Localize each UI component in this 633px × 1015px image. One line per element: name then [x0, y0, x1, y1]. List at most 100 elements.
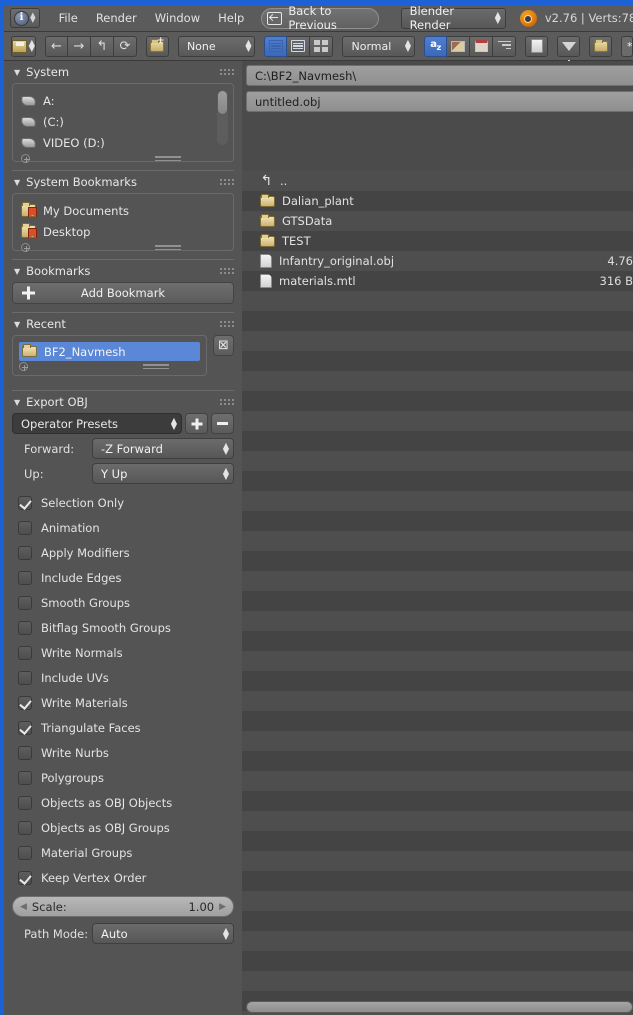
checkbox[interactable]	[18, 646, 32, 660]
resize-grip-icon[interactable]	[155, 154, 181, 163]
expand-icon[interactable]	[19, 362, 28, 371]
export-option-row[interactable]: Objects as OBJ Groups	[4, 815, 242, 840]
panel-header-system-bookmarks[interactable]: ▼ System Bookmarks	[4, 171, 242, 193]
export-option-row[interactable]: Polygroups	[4, 765, 242, 790]
export-option-row[interactable]: Include Edges	[4, 565, 242, 590]
panel-header-system[interactable]: ▼ System	[4, 61, 242, 83]
display-mode-group	[264, 36, 333, 57]
file-list-hscrollbar[interactable]	[246, 1001, 633, 1013]
file-list-row[interactable]: Infantry_original.obj4.76	[242, 251, 633, 271]
checkbox[interactable]	[18, 521, 32, 535]
file-list-row[interactable]: materials.mtl316 B	[242, 271, 633, 291]
sort-by-type-button[interactable]	[447, 36, 470, 57]
export-option-row[interactable]: Material Groups	[4, 840, 242, 865]
export-option-row[interactable]: Include UVs	[4, 665, 242, 690]
file-list-row[interactable]: TEST	[242, 231, 633, 251]
export-option-row[interactable]: Write Materials	[4, 690, 242, 715]
checkbox[interactable]	[18, 571, 32, 585]
directory-path-input[interactable]: C:\BF2_Navmesh\	[246, 65, 633, 86]
list-item[interactable]: VIDEO (D:)	[21, 132, 225, 153]
menu-window[interactable]: Window	[146, 9, 209, 27]
system-scrollbar-thumb[interactable]	[217, 90, 228, 115]
checkbox[interactable]	[18, 871, 32, 885]
menu-file[interactable]: File	[50, 9, 87, 27]
file-list-empty-row	[242, 851, 633, 871]
checkbox[interactable]	[18, 596, 32, 610]
back-to-previous-button[interactable]: Back to Previous	[261, 8, 378, 29]
checkbox[interactable]	[18, 721, 32, 735]
nav-parent-button[interactable]: ↰	[91, 36, 114, 57]
list-item[interactable]: My Documents	[21, 200, 225, 221]
export-option-row[interactable]: Objects as OBJ Objects	[4, 790, 242, 815]
add-bookmark-button[interactable]: Add Bookmark	[12, 282, 234, 304]
scale-slider[interactable]: ◀ Scale: 1.00 ▶	[12, 896, 234, 917]
checkbox[interactable]	[18, 746, 32, 760]
panel-header-recent[interactable]: ▼ Recent	[4, 313, 242, 335]
filter-pattern-input[interactable]: *.obj;*.m	[621, 36, 633, 57]
export-option-row[interactable]: Smooth Groups	[4, 590, 242, 615]
export-option-row[interactable]: Write Normals	[4, 640, 242, 665]
checkbox[interactable]	[18, 821, 32, 835]
nav-back-button[interactable]: ←	[45, 36, 68, 57]
menu-render[interactable]: Render	[87, 9, 146, 27]
list-item[interactable]: (C:)	[21, 111, 225, 132]
up-axis-selector[interactable]: Y Up ▲▼	[92, 463, 234, 484]
display-mode-thumbnail-button[interactable]	[310, 36, 333, 57]
sort-by-date-button[interactable]	[470, 36, 493, 57]
filter-toggle-button[interactable]	[557, 36, 580, 57]
sort-by-size-button[interactable]	[493, 36, 516, 57]
clear-recent-button[interactable]: ⊠	[213, 335, 234, 356]
list-item[interactable]: A:	[21, 90, 225, 111]
checkbox[interactable]	[18, 846, 32, 860]
panel-header-export-obj[interactable]: ▼ Export OBJ	[4, 391, 242, 413]
checkbox[interactable]	[18, 496, 32, 510]
file-list-row[interactable]: ↰..	[242, 171, 633, 191]
export-option-row[interactable]: Triangulate Faces	[4, 715, 242, 740]
resize-grip-icon[interactable]	[143, 362, 169, 371]
menu-help[interactable]: Help	[209, 9, 253, 27]
render-engine-selector[interactable]: Blender Render ▲▼	[401, 8, 506, 29]
sort-alphabetical-button[interactable]: az	[424, 36, 447, 57]
list-item[interactable]: Desktop	[21, 221, 225, 242]
checkbox[interactable]	[18, 671, 32, 685]
recent-folders-selector[interactable]: None ▲▼	[178, 36, 256, 57]
file-list-row[interactable]: GTSData	[242, 211, 633, 231]
filter-documents-button[interactable]	[525, 36, 548, 57]
checkbox[interactable]	[18, 796, 32, 810]
display-mode-detail-button[interactable]	[264, 36, 287, 57]
add-preset-button[interactable]	[185, 413, 208, 434]
expand-icon[interactable]	[21, 154, 30, 163]
nav-refresh-button[interactable]: ⟳	[114, 36, 137, 57]
path-mode-selector[interactable]: Auto ▲▼	[92, 923, 234, 944]
export-option-row[interactable]: Animation	[4, 515, 242, 540]
panel-header-bookmarks[interactable]: ▼ Bookmarks	[4, 260, 242, 282]
filename-input[interactable]: untitled.obj	[246, 91, 633, 112]
file-list-hscrollbar-thumb[interactable]	[246, 1001, 633, 1013]
editor-type-selector[interactable]: i ▲▼	[10, 8, 40, 28]
export-option-row[interactable]: Selection Only	[4, 490, 242, 515]
export-option-row[interactable]: Bitflag Smooth Groups	[4, 615, 242, 640]
forward-axis-selector[interactable]: -Z Forward ▲▼	[92, 438, 234, 459]
expand-icon[interactable]	[21, 243, 30, 252]
sort-mode-selector[interactable]: Normal ▲▼	[342, 36, 415, 57]
operator-presets-selector[interactable]: Operator Presets ▲▼	[12, 413, 182, 434]
export-option-row[interactable]: Write Nurbs	[4, 740, 242, 765]
export-option-row[interactable]: Apply Modifiers	[4, 540, 242, 565]
chevron-left-icon[interactable]: ◀	[20, 902, 27, 912]
checkbox[interactable]	[18, 621, 32, 635]
save-preferences-button[interactable]: ▲▼	[11, 36, 36, 57]
file-list-row[interactable]: Dalian_plant	[242, 191, 633, 211]
display-mode-short-button[interactable]	[287, 36, 310, 57]
list-item[interactable]: BF2_Navmesh	[19, 342, 200, 361]
create-new-directory-button[interactable]	[146, 36, 169, 57]
chevron-right-icon[interactable]: ▶	[219, 902, 226, 912]
system-scrollbar[interactable]	[217, 90, 228, 145]
checkbox[interactable]	[18, 546, 32, 560]
checkbox[interactable]	[18, 771, 32, 785]
remove-preset-button[interactable]	[211, 413, 234, 434]
nav-forward-button[interactable]: →	[68, 36, 91, 57]
checkbox[interactable]	[18, 696, 32, 710]
export-option-row[interactable]: Keep Vertex Order	[4, 865, 242, 890]
resize-grip-icon[interactable]	[155, 243, 181, 252]
filter-folders-button[interactable]	[589, 36, 612, 57]
